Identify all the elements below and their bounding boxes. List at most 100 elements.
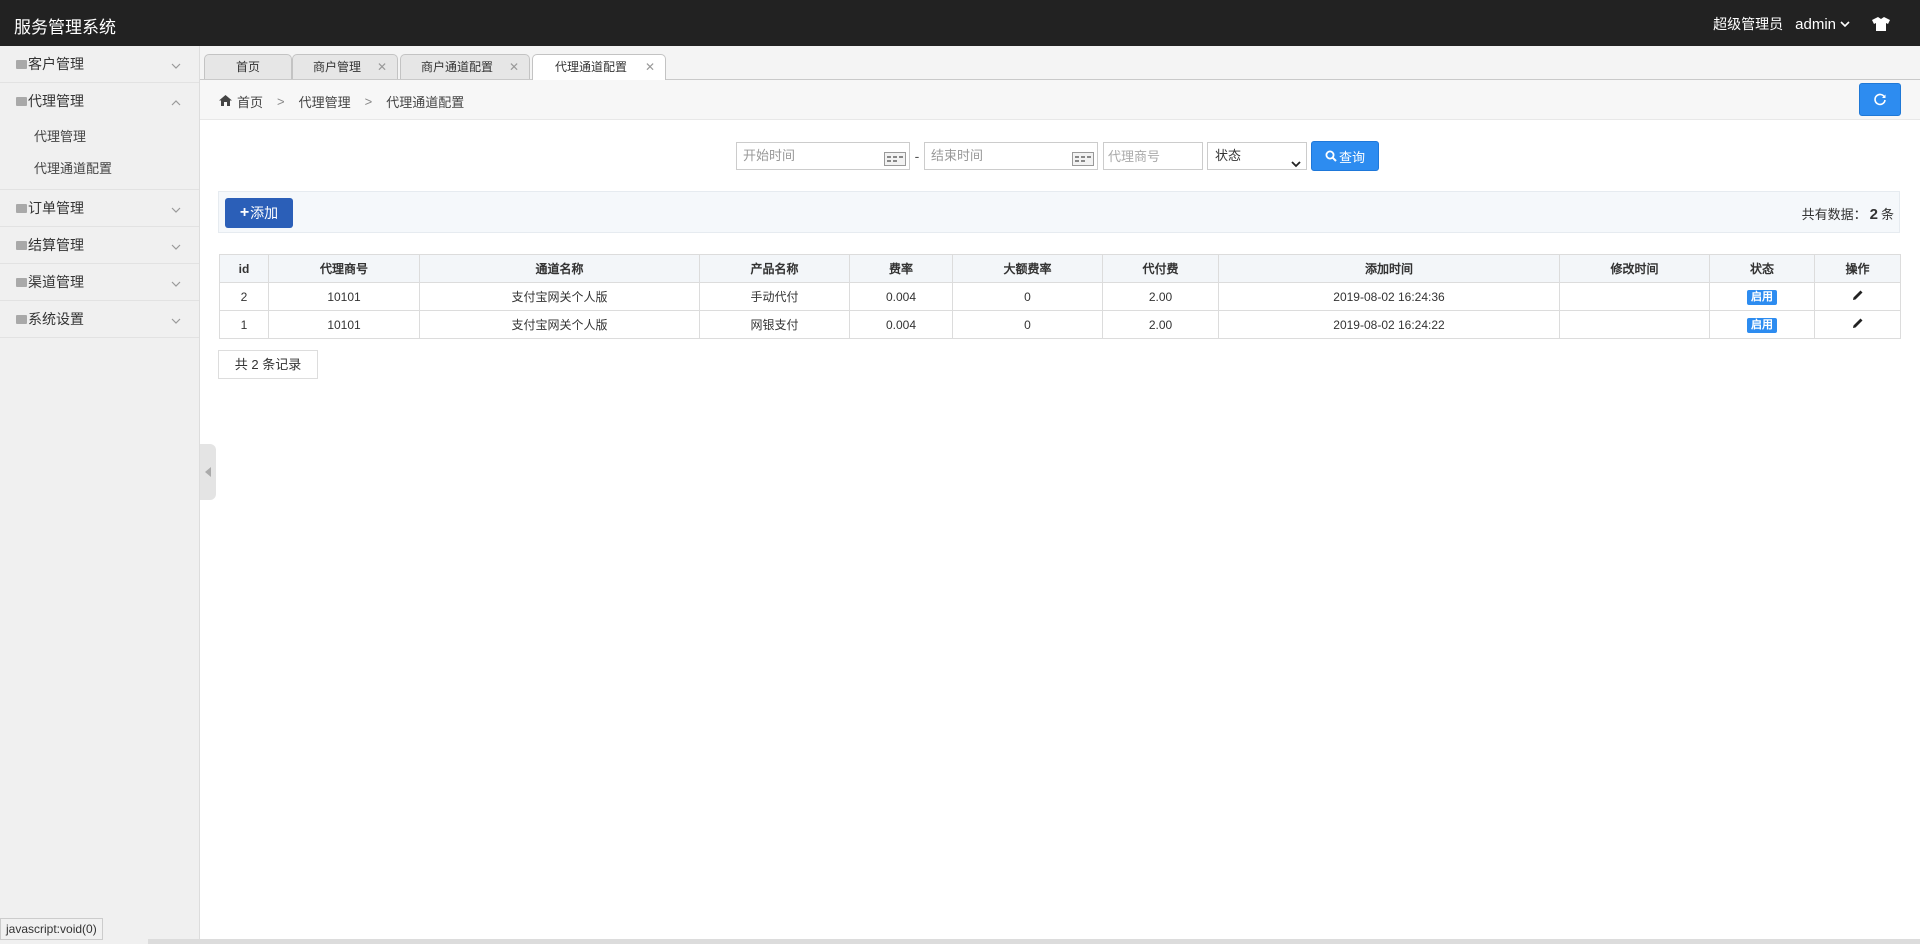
folder-icon — [16, 60, 27, 69]
end-time-placeholder: 结束时间 — [931, 148, 984, 163]
sidebar-item-agent-management[interactable]: 代理管理 — [0, 121, 199, 153]
close-icon[interactable]: ✕ — [377, 55, 387, 79]
breadcrumb-separator: > — [364, 94, 373, 109]
folder-icon — [16, 97, 27, 106]
sidebar-group-agents[interactable]: 代理管理 — [0, 83, 199, 119]
chevron-down-icon — [171, 227, 181, 263]
collapse-left-icon — [205, 467, 211, 477]
search-icon — [1325, 150, 1337, 162]
tab-home[interactable]: 首页 — [204, 54, 292, 79]
horizontal-scrollbar[interactable] — [148, 939, 1920, 944]
column-header: 状态 — [1709, 254, 1815, 283]
start-time-placeholder: 开始时间 — [743, 148, 796, 163]
query-label: 查询 — [1338, 149, 1365, 165]
cell-added: 2019-08-02 16:24:22 — [1218, 310, 1560, 339]
cell-id: 1 — [219, 310, 269, 339]
cell-fee: 2.00 — [1102, 282, 1219, 311]
table-row: 2 10101 支付宝网关个人版 手动代付 0.004 0 2.00 2019-… — [219, 282, 1901, 311]
sidebar-group-label: 渠道管理 — [28, 274, 84, 290]
calendar-icon[interactable] — [1072, 149, 1094, 175]
user-menu[interactable]: admin — [1795, 16, 1850, 33]
shirt-icon[interactable] — [1872, 17, 1890, 31]
status-select[interactable]: 状态 — [1207, 142, 1307, 170]
edit-icon[interactable] — [1852, 289, 1864, 304]
cell-agent: 10101 — [268, 310, 420, 339]
sidebar-submenu-agents: 代理管理 代理通道配置 — [0, 119, 199, 190]
chevron-down-icon — [1291, 151, 1301, 177]
home-icon — [219, 94, 232, 109]
chevron-up-icon — [171, 83, 181, 119]
sidebar-item-agent-channel-config[interactable]: 代理通道配置 — [0, 153, 199, 185]
tab-label: 商户管理 — [312, 60, 361, 74]
cell-status: 启用 — [1709, 282, 1815, 311]
breadcrumb-home[interactable]: 首页 — [237, 92, 263, 111]
cell-actions — [1814, 310, 1901, 339]
sidebar-group-customers[interactable]: 客户管理 — [0, 46, 199, 83]
folder-icon — [16, 315, 27, 324]
cell-rate: 0.004 — [849, 310, 953, 339]
table-header-row: id 代理商号 通道名称 产品名称 费率 大额费率 代付费 添加时间 修改时间 … — [219, 254, 1901, 283]
folder-icon — [16, 241, 27, 250]
status-badge[interactable]: 启用 — [1747, 289, 1777, 305]
cell-id: 2 — [219, 282, 269, 311]
sidebar-group-label: 订单管理 — [28, 200, 84, 216]
start-time-input[interactable]: 开始时间 — [736, 142, 910, 170]
close-icon[interactable]: ✕ — [645, 55, 655, 79]
sidebar-group-channels[interactable]: 渠道管理 — [0, 264, 199, 301]
total-number: 2 — [1869, 206, 1878, 223]
breadcrumb-separator: > — [277, 94, 285, 109]
end-time-input[interactable]: 结束时间 — [924, 142, 1098, 170]
cell-fee: 2.00 — [1102, 310, 1219, 339]
table-row: 1 10101 支付宝网关个人版 网银支付 0.004 0 2.00 2019-… — [219, 310, 1901, 339]
query-button[interactable]: 查询 — [1311, 141, 1379, 171]
tab-merchant-management[interactable]: 商户管理 ✕ — [292, 54, 398, 79]
folder-icon — [16, 278, 27, 287]
edit-icon[interactable] — [1852, 317, 1864, 332]
total-count: 共有数据： 2 条 — [1802, 204, 1894, 223]
tab-agent-channel-config[interactable]: 代理通道配置 ✕ — [532, 54, 666, 81]
sidebar-group-orders[interactable]: 订单管理 — [0, 190, 199, 227]
sidebar-group-label: 客户管理 — [28, 56, 84, 72]
sidebar-group-system-settings[interactable]: 系统设置 — [0, 301, 199, 338]
sidebar-group-label: 代理管理 — [28, 93, 84, 109]
cell-added: 2019-08-02 16:24:36 — [1218, 282, 1560, 311]
agent-number-input[interactable] — [1103, 142, 1203, 170]
cell-product: 网银支付 — [699, 310, 850, 339]
cell-big-rate: 0 — [952, 282, 1103, 311]
column-header: 代付费 — [1102, 254, 1219, 283]
breadcrumb-current: 代理通道配置 — [386, 95, 465, 110]
breadcrumb-agent-management[interactable]: 代理管理 — [299, 92, 351, 111]
cell-modified — [1559, 282, 1710, 311]
refresh-icon — [1874, 93, 1886, 105]
column-header: 代理商号 — [268, 254, 420, 283]
close-icon[interactable]: ✕ — [509, 55, 519, 79]
table-toolbar: + 添加 共有数据： 2 条 — [218, 191, 1900, 233]
app-title: 服务管理系统 — [14, 18, 116, 37]
folder-icon — [16, 204, 27, 213]
cell-modified — [1559, 310, 1710, 339]
user-role: 超级管理员 — [1713, 16, 1784, 32]
cell-status: 启用 — [1709, 310, 1815, 339]
column-header: 产品名称 — [699, 254, 850, 283]
chevron-down-icon — [171, 264, 181, 300]
add-button[interactable]: + 添加 — [225, 198, 293, 228]
chevron-down-icon — [1840, 20, 1850, 27]
sidebar-group-settlement[interactable]: 结算管理 — [0, 227, 199, 264]
cell-big-rate: 0 — [952, 310, 1103, 339]
column-header: 通道名称 — [419, 254, 700, 283]
top-header: 服务管理系统 超级管理员 admin — [0, 0, 1920, 46]
tab-merchant-channel-config[interactable]: 商户通道配置 ✕ — [400, 54, 530, 79]
tab-label: 首页 — [235, 60, 260, 74]
total-suffix: 条 — [1880, 207, 1894, 222]
sidebar-group-label: 系统设置 — [28, 311, 84, 327]
refresh-button[interactable] — [1859, 83, 1901, 116]
cell-product: 手动代付 — [699, 282, 850, 311]
sidebar-collapse-handle[interactable] — [200, 444, 216, 500]
search-form: 开始时间 - 结束时间 状态 查询 — [736, 141, 1379, 171]
column-header: id — [219, 254, 269, 283]
total-prefix: 共有数据： — [1801, 207, 1867, 222]
sidebar-group-label: 结算管理 — [28, 237, 84, 253]
calendar-icon[interactable] — [884, 149, 906, 175]
status-badge[interactable]: 启用 — [1747, 317, 1777, 333]
sidebar: 客户管理 代理管理 代理管理 代理通道配置 订单管理 结算管理 渠道管理 系统设… — [0, 46, 200, 944]
